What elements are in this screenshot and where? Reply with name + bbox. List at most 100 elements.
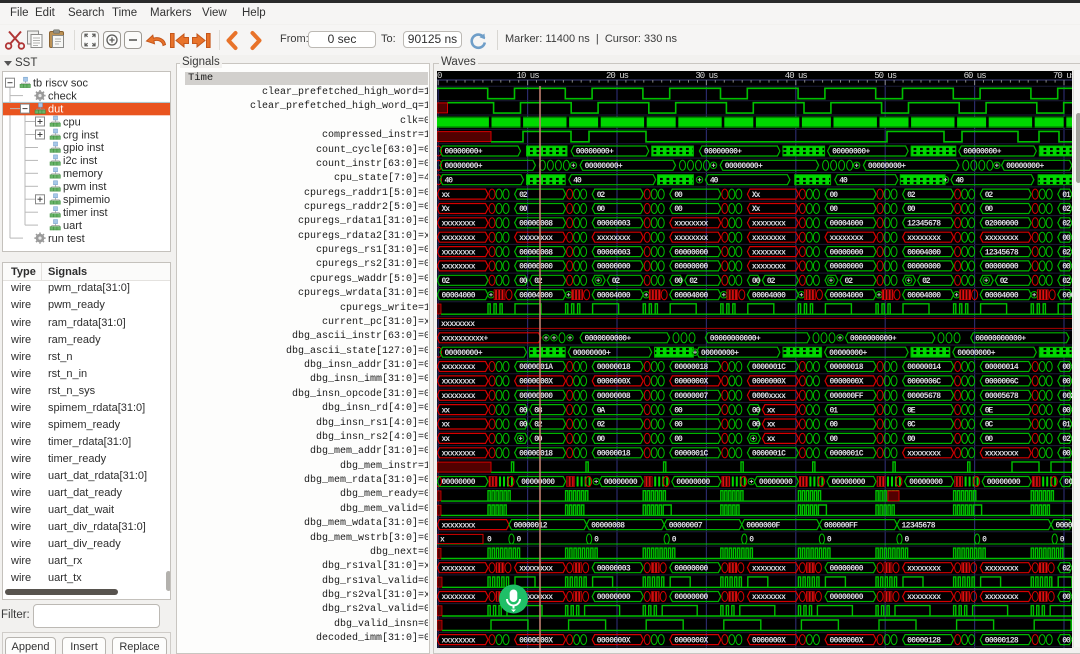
svg-text:0000000000+: 0000000000+ <box>850 335 897 344</box>
svg-text:00: 00 <box>830 421 839 430</box>
svg-text:xx: xx <box>442 406 451 415</box>
svg-text:00000128: 00000128 <box>907 636 941 645</box>
svg-text:xxxxxxxx: xxxxxxxx <box>442 220 476 229</box>
svg-text:01: 01 <box>1062 191 1071 200</box>
svg-text:00000000+: 00000000+ <box>445 162 483 171</box>
svg-text:xxxxxxxx: xxxxxxxx <box>985 449 1019 458</box>
svg-text:00000000: 00000000 <box>1064 478 1072 487</box>
svg-text:xx: xx <box>442 435 451 444</box>
svg-text:02: 02 <box>534 277 543 286</box>
svg-text:00000000+: 00000000+ <box>701 349 739 358</box>
svg-text:00000000: 00000000 <box>521 478 555 487</box>
svg-text:xxxxxxxx: xxxxxxxx <box>985 234 1019 243</box>
svg-text:xx: xx <box>767 406 776 415</box>
svg-text:xxxxxxxx: xxxxxxxx <box>442 521 476 530</box>
svg-text:00000000: 00000000 <box>674 263 708 272</box>
svg-text:00: 00 <box>907 435 916 444</box>
svg-text:xxxxxxxx: xxxxxxxx <box>985 593 1019 602</box>
svg-text:00000000+: 00000000+ <box>868 162 906 171</box>
svg-text:70 us: 70 us <box>1053 71 1072 81</box>
svg-text:0E: 0E <box>907 406 916 415</box>
svg-text:00: 00 <box>674 205 683 214</box>
svg-text:02: 02 <box>612 277 621 286</box>
svg-text:xx: xx <box>442 191 451 200</box>
svg-text:00: 00 <box>985 205 994 214</box>
svg-text:00000003: 00000003 <box>597 220 631 229</box>
svg-text:02: 02 <box>907 191 916 200</box>
svg-text:00000018: 00000018 <box>674 363 708 372</box>
svg-text:000000FF: 000000FF <box>824 521 858 530</box>
svg-text:00: 00 <box>597 435 606 444</box>
svg-text:0000000X: 0000000X <box>674 636 708 645</box>
svg-text:02: 02 <box>1062 205 1071 214</box>
svg-text:00000000+: 00000000+ <box>573 349 611 358</box>
svg-text:i2c inst: i2c inst <box>63 155 97 167</box>
svg-text:xxxxxxxx: xxxxxxxx <box>752 263 786 272</box>
svg-text:40: 40 <box>573 176 582 185</box>
svg-text:00000000: 00000000 <box>519 392 553 401</box>
svg-text:0: 0 <box>827 536 832 545</box>
svg-text:0000006C: 0000006C <box>907 378 941 387</box>
svg-text:00004000: 00004000 <box>907 248 941 257</box>
svg-text:xxxxxxxx: xxxxxxxx <box>442 248 476 257</box>
svg-text:02: 02 <box>1062 435 1071 444</box>
svg-text:xxxxxxxx: xxxxxxxx <box>441 320 475 329</box>
svg-text:0000001C: 0000001C <box>752 363 786 372</box>
svg-text:20 us: 20 us <box>606 71 629 81</box>
svg-text:00004000: 00004000 <box>442 291 476 300</box>
svg-text:0A: 0A <box>597 406 606 415</box>
svg-text:00000000+: 00000000+ <box>829 349 867 358</box>
svg-text:00: 00 <box>519 406 528 415</box>
svg-text:00000000: 00000000 <box>597 593 631 602</box>
svg-text:xxxxxxxx: xxxxxxxx <box>752 564 786 573</box>
svg-text:00000128: 00000128 <box>985 636 1019 645</box>
svg-text:10 us: 10 us <box>517 71 540 81</box>
svg-text:00000003: 00000003 <box>597 248 631 257</box>
svg-text:xxxxxxxx: xxxxxxxx <box>442 378 476 387</box>
svg-text:00000008: 00000008 <box>519 220 553 229</box>
svg-text:00000008: 00000008 <box>591 521 625 530</box>
svg-text:00000000: 00000000 <box>674 248 708 257</box>
svg-text:40: 40 <box>839 176 848 185</box>
svg-text:xxxxxxxx: xxxxxxxx <box>442 449 476 458</box>
svg-text:0000000X: 0000000X <box>830 636 864 645</box>
svg-text:00: 00 <box>519 421 528 430</box>
svg-text:00000000+: 00000000+ <box>576 148 614 157</box>
svg-text:00000018: 00000018 <box>519 449 553 458</box>
svg-text:00000018: 00000018 <box>597 449 631 458</box>
svg-text:0: 0 <box>517 536 522 545</box>
svg-text:02: 02 <box>1062 564 1071 573</box>
svg-text:60 us: 60 us <box>964 71 987 81</box>
svg-text:00000000: 00000000 <box>907 263 941 272</box>
svg-text:08: 08 <box>534 406 543 415</box>
svg-text:00: 00 <box>985 435 994 444</box>
svg-text:xxxxxxxx: xxxxxxxx <box>752 220 786 229</box>
svg-text:0000000X: 0000000X <box>752 636 786 645</box>
svg-text:00004000: 00004000 <box>1062 291 1072 300</box>
svg-text:00000018: 00000018 <box>830 363 864 372</box>
svg-text:0000000000+: 0000000000+ <box>585 335 632 344</box>
svg-text:0C: 0C <box>985 421 994 430</box>
svg-text:00000000: 00000000 <box>759 478 793 487</box>
svg-text:00000000: 00000000 <box>985 263 1019 272</box>
svg-text:0: 0 <box>982 536 987 545</box>
svg-text:00: 00 <box>519 205 528 214</box>
svg-text:xxxxxxxx: xxxxxxxx <box>907 449 941 458</box>
svg-text:gpio inst: gpio inst <box>63 142 104 154</box>
svg-text:xxxxxxxx: xxxxxxxx <box>907 593 941 602</box>
svg-text:crg inst: crg inst <box>63 129 98 141</box>
svg-text:00: 00 <box>830 191 839 200</box>
svg-text:40: 40 <box>445 176 454 185</box>
svg-text:02: 02 <box>597 191 606 200</box>
svg-text:uart: uart <box>63 220 82 232</box>
svg-text:0000000F: 0000000F <box>746 521 780 530</box>
svg-text:00000008: 00000008 <box>519 248 553 257</box>
svg-text:02: 02 <box>534 421 543 430</box>
svg-text:pwm inst: pwm inst <box>63 181 106 193</box>
svg-text:xxxxxxxx: xxxxxxxx <box>442 392 476 401</box>
svg-text:00: 00 <box>519 277 528 286</box>
svg-text:00000000: 00000000 <box>909 478 943 487</box>
svg-text:xxxxxxxx: xxxxxxxx <box>674 220 708 229</box>
svg-text:02: 02 <box>1062 248 1071 257</box>
svg-text:00000000: 00000000 <box>597 263 631 272</box>
